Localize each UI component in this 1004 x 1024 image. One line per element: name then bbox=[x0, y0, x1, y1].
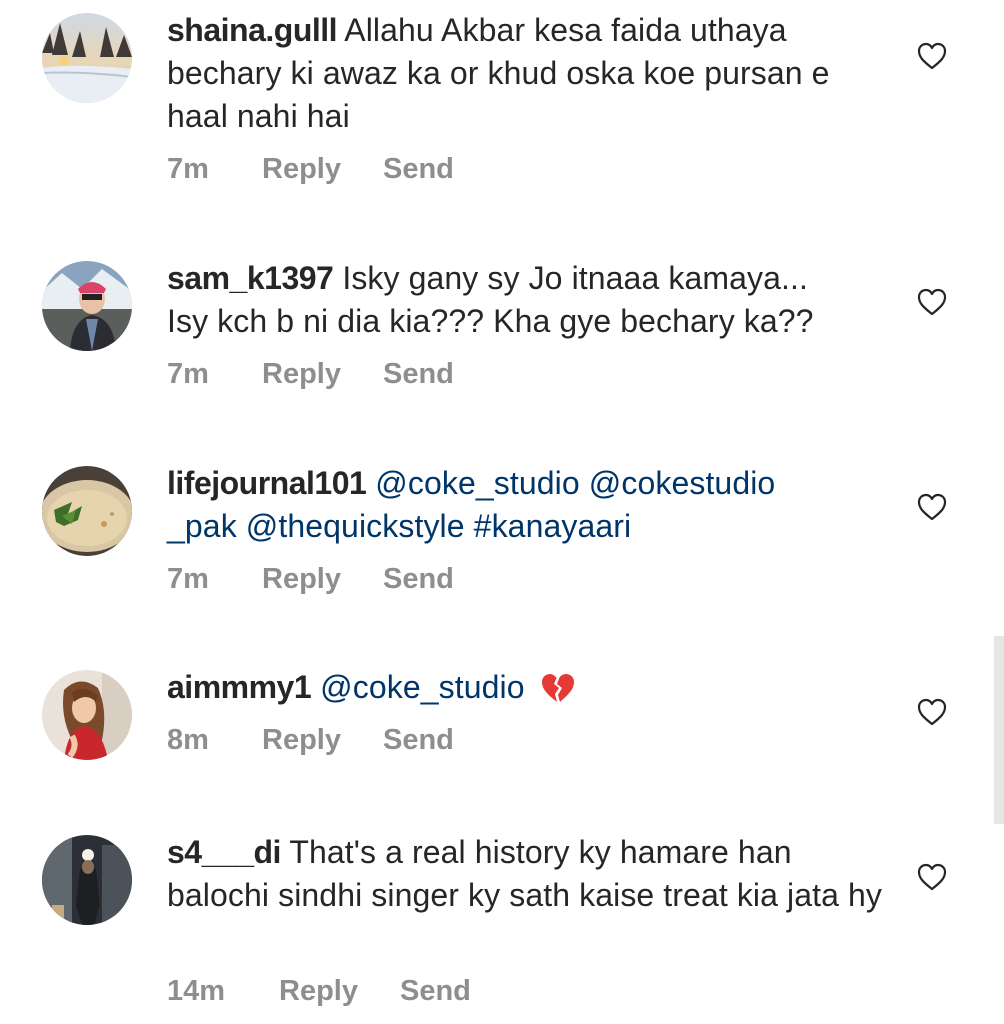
heart-outline-icon[interactable] bbox=[917, 42, 947, 70]
timestamp: 14m bbox=[167, 975, 226, 1007]
comment-body: shaina.gulll Allahu Akbar kesa faida uth… bbox=[167, 9, 887, 138]
reply-button[interactable]: Reply bbox=[262, 358, 341, 391]
mention-link[interactable]: @coke_studio bbox=[320, 669, 524, 705]
comment-body: aimmmy1 @coke_studio bbox=[167, 666, 887, 715]
reply-button[interactable]: Reply bbox=[262, 563, 341, 596]
avatar[interactable] bbox=[42, 261, 132, 351]
scrollbar[interactable] bbox=[994, 636, 1004, 824]
mention-link[interactable]: @cokestudio bbox=[589, 465, 776, 501]
avatar[interactable] bbox=[42, 466, 132, 556]
send-button[interactable]: Send bbox=[400, 975, 471, 1008]
comment-actions: 7m Reply Send bbox=[167, 358, 454, 391]
send-button[interactable]: Send bbox=[383, 563, 454, 596]
comment-actions: 7m Reply Send bbox=[167, 153, 454, 186]
timestamp: 7m bbox=[167, 358, 209, 390]
heart-outline-icon[interactable] bbox=[917, 493, 947, 521]
broken-heart-icon bbox=[540, 672, 576, 715]
comment-body: sam_k1397 Isky gany sy Jo itnaaa kamaya.… bbox=[167, 257, 887, 343]
username[interactable]: s4___di bbox=[167, 834, 281, 870]
reply-button[interactable]: Reply bbox=[279, 975, 358, 1008]
reply-button[interactable]: Reply bbox=[262, 153, 341, 186]
username[interactable]: aimmmy1 bbox=[167, 669, 312, 705]
avatar[interactable] bbox=[42, 835, 132, 925]
mention-link[interactable]: @coke_studio bbox=[375, 465, 579, 501]
reply-button[interactable]: Reply bbox=[262, 724, 341, 757]
hashtag-link[interactable]: #kanayaari bbox=[474, 508, 632, 544]
comment-body: lifejournal101 @coke_studio @cokestudio … bbox=[167, 462, 887, 548]
timestamp: 8m bbox=[167, 724, 209, 756]
username[interactable]: shaina.gulll bbox=[167, 12, 338, 48]
username[interactable]: sam_k1397 bbox=[167, 260, 334, 296]
username[interactable]: lifejournal101 bbox=[167, 465, 367, 501]
send-button[interactable]: Send bbox=[383, 358, 454, 391]
send-button[interactable]: Send bbox=[383, 724, 454, 757]
avatar[interactable] bbox=[42, 13, 132, 103]
comment-body: s4___di That's a real history ky hamare … bbox=[167, 831, 887, 917]
comment-text: Isy kch b ni dia kia??? Kha gye bechary … bbox=[167, 303, 814, 339]
comment-actions: 14m Reply Send bbox=[167, 975, 471, 1008]
mention-link[interactable]: _pak bbox=[167, 508, 237, 544]
timestamp: 7m bbox=[167, 153, 209, 185]
avatar[interactable] bbox=[42, 670, 132, 760]
mention-link[interactable]: @thequickstyle bbox=[246, 508, 465, 544]
comment-actions: 7m Reply Send bbox=[167, 563, 454, 596]
comment-actions: 8m Reply Send bbox=[167, 724, 454, 757]
send-button[interactable]: Send bbox=[383, 153, 454, 186]
heart-outline-icon[interactable] bbox=[917, 698, 947, 726]
comment-text: Isky gany sy Jo itnaaa kamaya... bbox=[342, 260, 808, 296]
heart-outline-icon[interactable] bbox=[917, 863, 947, 891]
timestamp: 7m bbox=[167, 563, 209, 595]
heart-outline-icon[interactable] bbox=[917, 288, 947, 316]
